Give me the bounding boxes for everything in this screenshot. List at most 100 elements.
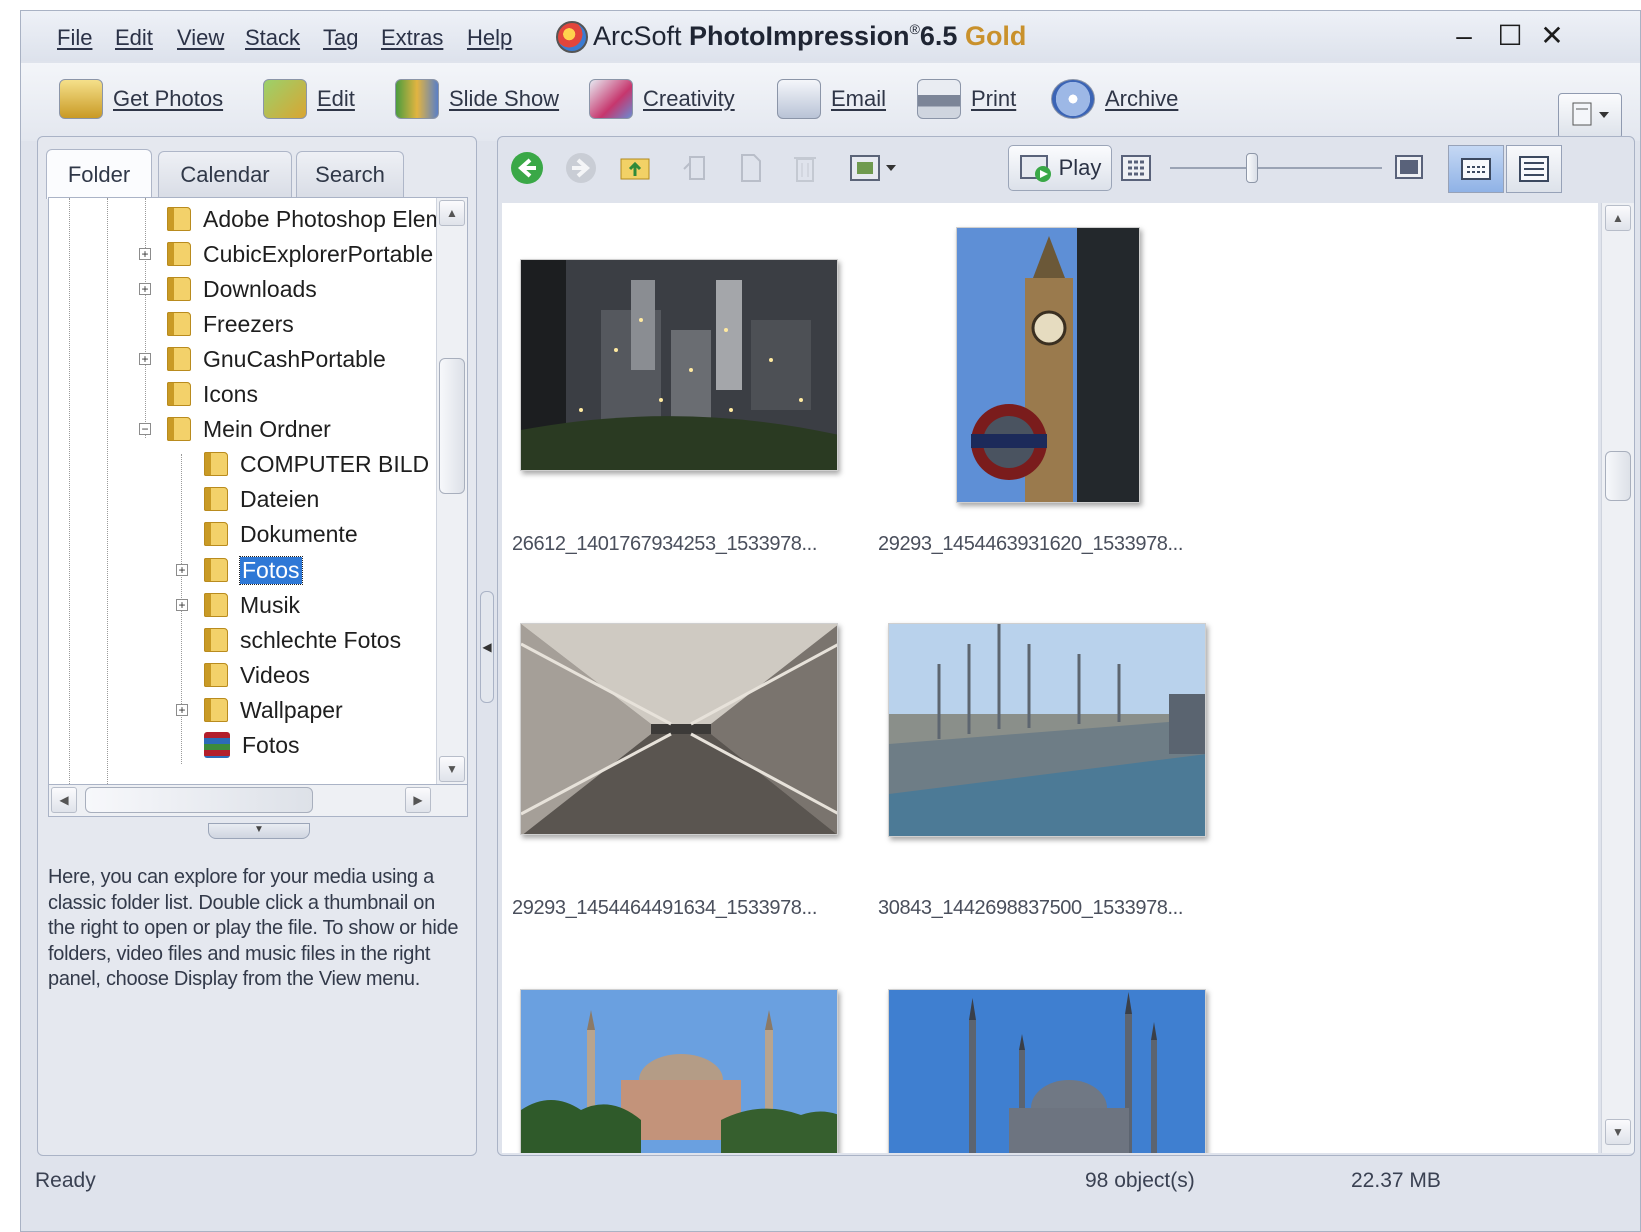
menu-tag[interactable]: Tag [323, 25, 358, 51]
edit-label: Edit [317, 86, 355, 111]
thumbnail-caption: 30843_1442698837500_1533978... [878, 897, 1183, 919]
tree-guide-line [69, 198, 70, 784]
slide-show-icon [395, 79, 439, 119]
window-title: ArcSoft PhotoImpression®6.5 Gold [593, 21, 1026, 52]
close-button[interactable]: ✕ [1535, 19, 1569, 53]
back-arrow-icon[interactable] [510, 151, 544, 185]
menu-file[interactable]: File [57, 25, 92, 51]
tree-item[interactable]: Dateien [204, 482, 319, 516]
title-reg: ® [909, 21, 920, 37]
folder-icon [167, 312, 191, 336]
app-window: File Edit View Stack Tag Extras Help Arc… [20, 10, 1641, 1232]
tree-item-label: Icons [203, 380, 258, 407]
menu-extras[interactable]: Extras [381, 25, 443, 51]
tree-item[interactable]: CubicExplorerPortable [167, 237, 433, 271]
archive-button[interactable]: Archive [1051, 77, 1178, 121]
tree-item[interactable]: Musik [204, 588, 300, 622]
tree-item[interactable]: Adobe Photoshop Elem [167, 202, 445, 236]
scroll-thumb[interactable] [439, 358, 465, 494]
rotate-left-icon[interactable] [680, 151, 714, 185]
minimize-button[interactable]: – [1447, 19, 1481, 53]
thumbnail-image[interactable] [520, 259, 838, 471]
thumbnail-size-slider-track[interactable] [1170, 167, 1382, 169]
menu-edit[interactable]: Edit [115, 25, 153, 51]
title-brand: ArcSoft [593, 21, 690, 51]
scroll-thumb[interactable] [1605, 451, 1631, 501]
thumbnail-image[interactable] [520, 989, 838, 1153]
menu-help[interactable]: Help [467, 25, 512, 51]
tree-item[interactable]: Icons [167, 377, 258, 411]
play-button[interactable]: Play [1008, 145, 1112, 191]
collapse-icon[interactable]: − [139, 423, 151, 435]
tree-item[interactable]: Videos [204, 658, 310, 692]
panel-splitter-handle[interactable]: ◀ [480, 591, 494, 703]
email-button[interactable]: Email [777, 77, 886, 121]
tab-search[interactable]: Search [296, 151, 404, 197]
maximize-button[interactable]: ☐ [1493, 19, 1527, 53]
tree-item[interactable]: Downloads [167, 272, 317, 306]
main-toolbar: Get Photos Edit Slide Show Creativity Em… [21, 63, 1640, 141]
menu-view[interactable]: View [177, 25, 224, 51]
hagia-sophia-photo [521, 990, 837, 1153]
expand-icon[interactable]: + [139, 353, 151, 365]
thumbnail-image[interactable] [888, 989, 1206, 1153]
layout-switch-button[interactable] [1558, 93, 1622, 139]
creativity-button[interactable]: Creativity [589, 77, 735, 121]
trash-icon[interactable] [788, 151, 822, 185]
scroll-up-arrow-icon[interactable]: ▲ [439, 200, 465, 226]
viewer-toolbar: Play [498, 137, 1634, 199]
tree-vertical-scrollbar[interactable]: ▲ ▼ [436, 198, 467, 784]
expand-icon[interactable]: + [139, 248, 151, 260]
rotate-right-icon[interactable] [734, 151, 768, 185]
tree-item-label: Fotos [239, 555, 303, 585]
scroll-left-arrow-icon[interactable]: ◀ [51, 787, 77, 813]
print-button[interactable]: Print [917, 77, 1016, 121]
tree-item[interactable]: COMPUTER BILD L [204, 447, 448, 481]
forward-arrow-icon[interactable] [564, 151, 598, 185]
expand-icon[interactable]: + [176, 704, 188, 716]
tree-item[interactable]: schlechte Fotos [204, 623, 401, 657]
thumbnail-caption: 29293_1454463931620_1533978... [878, 533, 1183, 555]
menu-stack[interactable]: Stack [245, 25, 300, 51]
tree-item[interactable]: Fotos [204, 728, 300, 762]
tab-calendar[interactable]: Calendar [158, 151, 292, 197]
tree-item-label: CubicExplorerPortable [203, 240, 434, 267]
thumbnail-image[interactable] [956, 227, 1140, 503]
menu-bar: File Edit View Stack Tag Extras Help Arc… [21, 11, 1640, 61]
scroll-down-arrow-icon[interactable]: ▼ [439, 756, 465, 782]
tree-item[interactable]: Dokumente [204, 517, 358, 551]
scroll-up-arrow-icon[interactable]: ▲ [1605, 205, 1631, 231]
thumbnail-image[interactable] [888, 623, 1206, 837]
collapse-tree-icon[interactable]: ▼ [208, 823, 310, 839]
tree-item[interactable]: Mein Ordner [167, 412, 331, 446]
tree-item[interactable]: Freezers [167, 307, 294, 341]
thumbnail-options-dropdown-icon[interactable] [848, 151, 904, 185]
layout-dropdown-icon [1572, 102, 1609, 126]
small-thumbnails-icon[interactable] [1120, 153, 1152, 183]
horizontal-scroll-thumb[interactable] [85, 787, 313, 813]
thumbnail-size-slider-handle[interactable] [1246, 153, 1258, 183]
edit-button[interactable]: Edit [263, 77, 355, 121]
tree-item[interactable]: GnuCashPortable [167, 342, 386, 376]
grid-vertical-scrollbar[interactable]: ▲ ▼ [1601, 203, 1634, 1153]
slide-show-label: Slide Show [449, 86, 560, 111]
details-view-button[interactable] [1506, 145, 1562, 193]
large-thumbnails-icon[interactable] [1394, 153, 1424, 181]
up-folder-icon[interactable] [618, 151, 652, 185]
expand-icon[interactable]: + [139, 283, 151, 295]
scroll-right-arrow-icon[interactable]: ▶ [405, 787, 431, 813]
slide-show-button[interactable]: Slide Show [395, 77, 559, 121]
tree-item[interactable]: Wallpaper [204, 693, 343, 727]
tab-folder[interactable]: Folder [46, 149, 152, 199]
get-photos-button[interactable]: Get Photos [59, 77, 223, 121]
tree-horizontal-scrollbar[interactable]: ◀ ▶ [48, 785, 468, 817]
tree-item-label: Musik [240, 591, 301, 618]
expand-icon[interactable]: + [176, 564, 188, 576]
thumbnail-view-button[interactable] [1448, 145, 1504, 193]
city-night-photo [521, 260, 837, 470]
thumbnail-image[interactable] [520, 623, 838, 835]
expand-icon[interactable]: + [176, 599, 188, 611]
tree-item-selected[interactable]: Fotos [204, 553, 303, 587]
scroll-down-arrow-icon[interactable]: ▼ [1605, 1119, 1631, 1145]
tree-item-label: GnuCashPortable [203, 345, 386, 372]
